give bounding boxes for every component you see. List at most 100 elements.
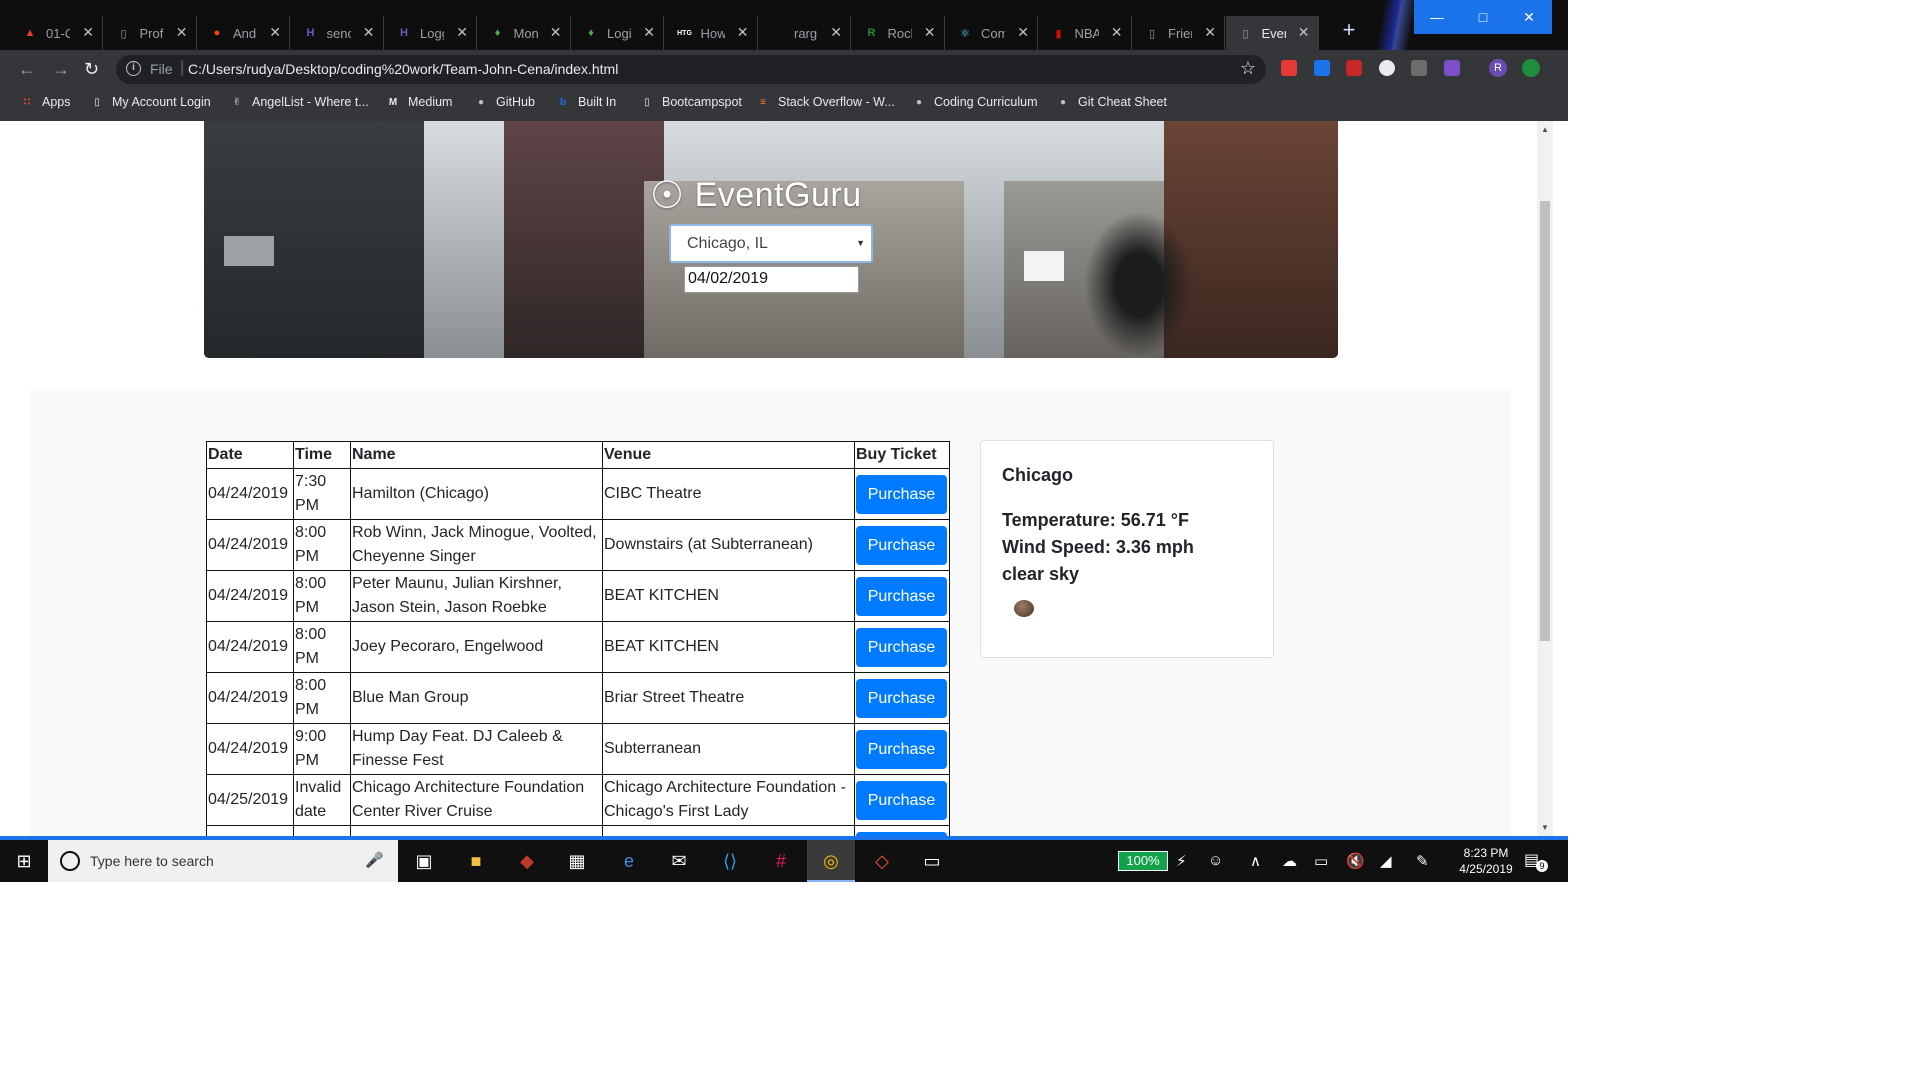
tab-8[interactable]: ● rargu ✕ (758, 16, 851, 50)
reload-icon[interactable]: ↻ (84, 59, 99, 80)
pen-icon[interactable]: ✎ (1416, 852, 1429, 870)
close-tab-icon[interactable]: ✕ (1204, 24, 1216, 41)
bookmark-6[interactable]: ▯ Bootcampspot (640, 95, 742, 109)
close-tab-icon[interactable]: ✕ (737, 24, 749, 41)
close-window-button[interactable]: ✕ (1506, 0, 1552, 34)
terminal-icon[interactable]: ▭ (920, 849, 944, 873)
store-icon[interactable]: ▦ (565, 849, 589, 873)
date-input[interactable]: 04/02/2019 (684, 266, 859, 293)
tab-7[interactable]: HTG How ✕ (665, 16, 758, 50)
slack-icon[interactable]: # (769, 849, 793, 873)
extension-6-icon[interactable] (1444, 60, 1460, 76)
close-tab-icon[interactable]: ✕ (363, 24, 375, 41)
info-icon[interactable]: i (126, 61, 141, 76)
close-tab-icon[interactable]: ✕ (456, 24, 468, 41)
tab-10[interactable]: ⚛ Comp ✕ (945, 16, 1038, 50)
scroll-down-icon[interactable]: ▼ (1541, 823, 1549, 832)
tab-1[interactable]: ▯ Profe ✕ (104, 16, 197, 50)
battery-indicator[interactable]: 100% (1118, 851, 1168, 871)
bookmark-1[interactable]: ▯ My Account Login (90, 95, 210, 109)
purchase-button[interactable]: Purchase (856, 474, 947, 514)
task-view-icon[interactable]: ▣ (412, 849, 436, 873)
scroll-up-icon[interactable]: ▲ (1541, 125, 1549, 134)
tab-5[interactable]: ♦ Mon ✕ (478, 16, 571, 50)
table-row: 04/24/2019 9:00 PM Hump Day Feat. DJ Calee… (206, 723, 950, 775)
edge-icon[interactable]: e (617, 849, 641, 873)
tab-12[interactable]: ▯ Frien ✕ (1132, 16, 1225, 50)
update-icon[interactable] (1522, 59, 1540, 77)
bookmark-3[interactable]: M Medium (386, 95, 453, 109)
back-icon[interactable]: ← (18, 59, 36, 80)
close-tab-icon[interactable]: ✕ (176, 24, 188, 41)
bookmark-4[interactable]: ● GitHub (474, 95, 535, 109)
bookmark-8[interactable]: ● Coding Curriculum (912, 95, 1038, 109)
close-tab-icon[interactable]: ✕ (1298, 24, 1310, 41)
close-tab-icon[interactable]: ✕ (830, 24, 842, 41)
purchase-button[interactable]: Purchase (856, 729, 947, 769)
battery-icon[interactable]: ▭ (1314, 852, 1328, 870)
tab-3[interactable]: Hsenor ✕ (291, 16, 384, 50)
profile-avatar[interactable]: R (1489, 59, 1507, 77)
extension-3-icon[interactable] (1346, 60, 1362, 76)
tab-title: NBA (1074, 25, 1099, 41)
extension-5-icon[interactable] (1411, 60, 1427, 76)
purchase-button[interactable]: Purchase (856, 525, 947, 565)
bookmark-0[interactable]: ∷ Apps (20, 95, 71, 109)
extension-2-icon[interactable] (1314, 60, 1330, 76)
bookmark-star-icon[interactable]: ☆ (1240, 58, 1256, 79)
tab-2[interactable]: ● Andr ✕ (197, 16, 290, 50)
purchase-button[interactable]: Purchase (856, 576, 947, 616)
chrome-icon[interactable]: ◎ (819, 849, 843, 873)
page-scrollbar[interactable]: ▲ ▼ (1537, 121, 1553, 836)
chevron-up-icon[interactable]: ∧ (1250, 852, 1261, 870)
tab-4[interactable]: H Logg ✕ (384, 16, 477, 50)
forward-icon[interactable]: → (52, 59, 70, 80)
extension-1-icon[interactable] (1281, 60, 1297, 76)
action-center-icon[interactable]: ▤ 9 (1524, 850, 1548, 872)
taskbar-search[interactable]: Type here to search 🎤 (48, 840, 398, 882)
purchase-button[interactable]: Purchase (856, 678, 947, 718)
extension-4-icon[interactable] (1379, 60, 1395, 76)
maximize-button[interactable]: □ (1460, 0, 1506, 34)
city-select[interactable]: Chicago, IL ▼ (669, 224, 873, 263)
address-url[interactable]: C:/Users/rudya/Desktop/coding%20work/Tea… (188, 61, 618, 77)
microphone-icon[interactable]: 🎤 (365, 851, 384, 869)
bookmark-2[interactable]: ✌ AngelList - Where t... (230, 95, 369, 109)
address-bar[interactable]: i File | C:/Users/rudya/Desktop/coding%2… (116, 55, 1266, 84)
new-tab-button[interactable]: + (1336, 18, 1362, 44)
mongodb-leaf-icon: ♦ (588, 27, 594, 39)
windows-start-icon[interactable]: ⊞ (12, 849, 36, 873)
tab-13[interactable]: ▯ Event ✕ (1225, 16, 1319, 50)
volume-muted-icon[interactable]: 🔇 (1346, 852, 1365, 870)
close-tab-icon[interactable]: ✕ (269, 24, 281, 41)
purchase-button[interactable]: Purchase (856, 627, 947, 667)
power-plug-icon[interactable]: ⚡ (1176, 852, 1187, 870)
close-tab-icon[interactable]: ✕ (550, 24, 562, 41)
tab-9[interactable]: R Rock ✕ (852, 16, 945, 50)
close-tab-icon[interactable]: ✕ (924, 24, 936, 41)
angellist-icon: ✌ (232, 96, 242, 108)
vscode-icon[interactable]: ⟨⟩ (718, 849, 742, 873)
bookmark-5[interactable]: b Built In (556, 95, 616, 109)
git-icon[interactable]: ◇ (870, 849, 894, 873)
purchase-button[interactable]: Purchase (856, 780, 947, 820)
tab-0[interactable]: ▲ 01-Cl ✕ (10, 16, 103, 50)
minimize-button[interactable]: — (1414, 0, 1460, 34)
close-tab-icon[interactable]: ✕ (82, 24, 94, 41)
close-tab-icon[interactable]: ✕ (1111, 24, 1123, 41)
close-tab-icon[interactable]: ✕ (1017, 24, 1029, 41)
bookmark-9[interactable]: ● Git Cheat Sheet (1056, 95, 1167, 109)
chevron-down-icon: ▼ (856, 238, 865, 248)
mcafee-icon[interactable]: ◆ (515, 849, 539, 873)
bookmark-7[interactable]: ≡ Stack Overflow - W... (756, 95, 895, 109)
file-explorer-icon[interactable]: ■ (464, 849, 488, 873)
wifi-icon[interactable]: ◢ (1380, 852, 1392, 870)
tab-6[interactable]: ♦ Login ✕ (571, 16, 664, 50)
onedrive-cloud-icon[interactable]: ☁ (1282, 852, 1297, 870)
mail-icon[interactable]: ✉ (667, 849, 691, 873)
people-icon[interactable]: ☺ (1208, 852, 1223, 869)
close-tab-icon[interactable]: ✕ (643, 24, 655, 41)
scrollbar-thumb[interactable] (1540, 201, 1550, 641)
tab-11[interactable]: ▮ NBA ✕ (1039, 16, 1132, 50)
system-clock[interactable]: 8:23 PM 4/25/2019 (1448, 845, 1524, 877)
